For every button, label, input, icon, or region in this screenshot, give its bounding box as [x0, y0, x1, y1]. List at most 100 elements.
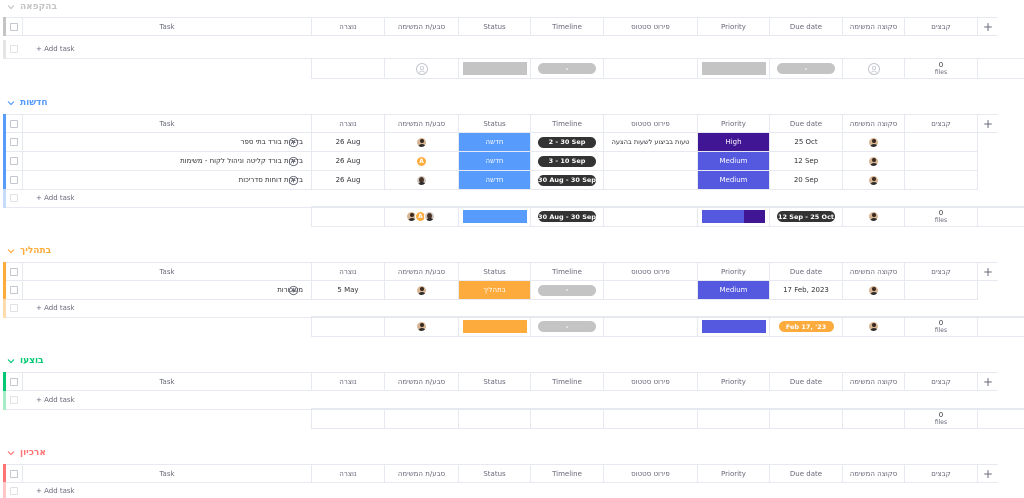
header-supervisor[interactable]: סקוצה המשימה: [842, 114, 904, 133]
due-date-cell[interactable]: 12 Sep: [769, 152, 842, 171]
header-files[interactable]: קבצים: [904, 17, 977, 36]
header-status-detail[interactable]: פירוט סטטוס: [603, 262, 697, 281]
header-status-detail[interactable]: פירוט סטטוס: [603, 372, 697, 391]
header-supervisor[interactable]: סקוצה המשימה: [842, 262, 904, 281]
group-header[interactable]: חדשות: [6, 96, 48, 110]
header-task[interactable]: Task: [22, 262, 311, 281]
timeline-cell[interactable]: 30 Aug - 30 Sep: [530, 171, 603, 190]
header-owner[interactable]: סבע/ת המשימה: [384, 464, 458, 483]
header-timeline[interactable]: Timeline: [530, 464, 603, 483]
plus-icon[interactable]: +: [983, 375, 993, 389]
owner-cell[interactable]: [384, 281, 458, 300]
header-priority[interactable]: Priority: [697, 17, 769, 36]
status-detail-cell[interactable]: [603, 281, 697, 300]
add-update-icon[interactable]: [288, 175, 299, 186]
header-created[interactable]: נוצרה: [311, 17, 384, 36]
add-task-button[interactable]: + Add task: [36, 194, 75, 202]
select-all-checkbox-cell[interactable]: [6, 464, 22, 483]
header-priority[interactable]: Priority: [697, 262, 769, 281]
select-all-checkbox-cell[interactable]: [6, 262, 22, 281]
due-date-cell[interactable]: 25 Oct: [769, 133, 842, 152]
supervisor-cell[interactable]: [842, 133, 904, 152]
header-status-detail[interactable]: פירוט סטטוס: [603, 17, 697, 36]
row-checkbox-cell[interactable]: [6, 133, 22, 152]
plus-icon[interactable]: +: [983, 467, 993, 481]
timeline-pill[interactable]: 3 - 10 Sep: [538, 155, 596, 167]
table-row[interactable]: בדיקת בורד קליטה וניהול לקוח - משימות 26…: [0, 152, 1024, 171]
avatar[interactable]: A: [416, 155, 427, 167]
status-label[interactable]: בתהליך: [459, 281, 530, 299]
select-all-checkbox-cell[interactable]: [6, 372, 22, 391]
status-cell[interactable]: חדשה: [458, 133, 530, 152]
row-checkbox[interactable]: [10, 157, 18, 165]
add-column-button[interactable]: +: [977, 372, 998, 391]
files-cell[interactable]: [904, 133, 977, 152]
task-name[interactable]: בדיקת דוחות סדריכות: [239, 176, 311, 184]
priority-label[interactable]: High: [698, 133, 769, 151]
owner-cell[interactable]: A: [384, 152, 458, 171]
priority-cell[interactable]: Medium: [697, 281, 769, 300]
avatar[interactable]: [868, 136, 879, 148]
header-task[interactable]: Task: [22, 114, 311, 133]
header-owner[interactable]: סבע/ת המשימה: [384, 262, 458, 281]
status-detail-cell[interactable]: טעות בביצוע לשעות בהצעה: [603, 133, 697, 152]
priority-label[interactable]: Medium: [698, 281, 769, 299]
avatar[interactable]: [416, 174, 427, 186]
task-name[interactable]: בדיקת בורד בתי ספר: [241, 138, 311, 146]
timeline-cell[interactable]: -: [530, 281, 603, 300]
avatar[interactable]: [868, 155, 879, 167]
header-priority[interactable]: Priority: [697, 372, 769, 391]
add-task-button[interactable]: + Add task: [36, 304, 75, 312]
select-all-checkbox-cell[interactable]: [6, 17, 22, 36]
due-date-cell[interactable]: 17 Feb, 2023: [769, 281, 842, 300]
add-task-row[interactable]: + Add task: [0, 482, 1024, 498]
header-created[interactable]: נוצרה: [311, 114, 384, 133]
header-status[interactable]: Status: [458, 464, 530, 483]
add-column-button[interactable]: +: [977, 114, 998, 133]
header-timeline[interactable]: Timeline: [530, 17, 603, 36]
files-cell[interactable]: [904, 152, 977, 171]
timeline-cell[interactable]: 2 - 30 Sep: [530, 133, 603, 152]
header-status[interactable]: Status: [458, 17, 530, 36]
header-status-detail[interactable]: פירוט סטטוס: [603, 114, 697, 133]
priority-cell[interactable]: Medium: [697, 152, 769, 171]
select-all-checkbox[interactable]: [10, 22, 18, 31]
status-label[interactable]: חדשה: [459, 152, 530, 170]
group-title[interactable]: בהקפאה: [20, 2, 57, 12]
header-due-date[interactable]: Due date: [769, 464, 842, 483]
add-column-button[interactable]: +: [977, 464, 998, 483]
plus-icon[interactable]: +: [983, 265, 993, 279]
row-checkbox-cell[interactable]: [6, 171, 22, 190]
group-title[interactable]: ארכיון: [20, 448, 46, 458]
row-checkbox-cell[interactable]: [6, 281, 22, 300]
plus-icon[interactable]: +: [983, 20, 993, 34]
header-created[interactable]: נוצרה: [311, 372, 384, 391]
table-row[interactable]: משכורות 5 May בתהליך - Medium 17 Feb, 20…: [0, 281, 1024, 300]
add-task-button[interactable]: + Add task: [36, 487, 75, 495]
header-supervisor[interactable]: סקוצה המשימה: [842, 464, 904, 483]
avatar[interactable]: [416, 136, 427, 148]
chevron-down-icon[interactable]: [6, 98, 16, 108]
header-owner[interactable]: סבע/ת המשימה: [384, 372, 458, 391]
status-cell[interactable]: חדשה: [458, 152, 530, 171]
header-owner[interactable]: סבע/ת המשימה: [384, 114, 458, 133]
chevron-down-icon[interactable]: [6, 356, 16, 366]
header-status[interactable]: Status: [458, 262, 530, 281]
header-created[interactable]: נוצרה: [311, 464, 384, 483]
header-priority[interactable]: Priority: [697, 464, 769, 483]
status-cell[interactable]: בתהליך: [458, 281, 530, 300]
group-header[interactable]: בתהליך: [6, 244, 51, 258]
header-task[interactable]: Task: [22, 17, 311, 36]
row-checkbox-cell[interactable]: [6, 152, 22, 171]
task-cell[interactable]: בדיקת בורד קליטה וניהול לקוח - משימות: [22, 152, 311, 171]
add-column-button[interactable]: +: [977, 17, 998, 36]
header-status-detail[interactable]: פירוט סטטוס: [603, 464, 697, 483]
files-cell[interactable]: [904, 281, 977, 300]
select-all-checkbox[interactable]: [10, 267, 18, 276]
header-supervisor[interactable]: סקוצה המשימה: [842, 372, 904, 391]
status-detail-cell[interactable]: [603, 152, 697, 171]
header-files[interactable]: קבצים: [904, 464, 977, 483]
plus-icon[interactable]: +: [983, 117, 993, 131]
timeline-cell[interactable]: 3 - 10 Sep: [530, 152, 603, 171]
select-all-checkbox[interactable]: [10, 119, 18, 128]
